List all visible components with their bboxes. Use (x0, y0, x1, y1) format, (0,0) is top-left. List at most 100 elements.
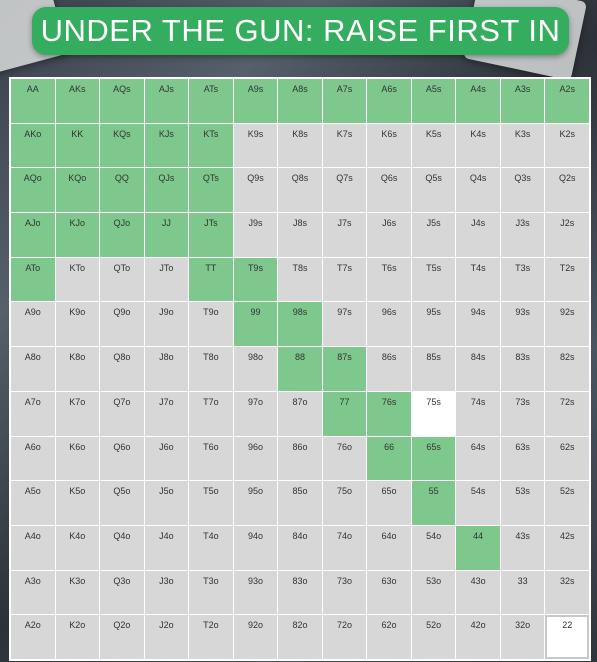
hand-cell-k2s[interactable]: K2s (545, 123, 589, 168)
hand-cell-53s[interactable]: 53s (500, 481, 545, 525)
hand-cell-87s[interactable]: 87s (322, 347, 367, 391)
hand-cell-k3s[interactable]: K3s (500, 123, 545, 168)
hand-cell-92o[interactable]: 92o (233, 615, 278, 659)
hand-cell-64o[interactable]: 64o (367, 525, 411, 570)
hand-cell-t3o[interactable]: T3o (189, 570, 233, 615)
hand-cell-77[interactable]: 77 (322, 391, 367, 436)
hand-cell-82s[interactable]: 82s (545, 347, 589, 391)
hand-cell-93o[interactable]: 93o (233, 570, 278, 615)
hand-cell-jto[interactable]: JTo (144, 257, 189, 302)
hand-cell-65o[interactable]: 65o (367, 481, 411, 525)
hand-cell-75o[interactable]: 75o (322, 481, 367, 525)
hand-cell-a7s[interactable]: A7s (322, 79, 367, 123)
hand-cell-j7s[interactable]: J7s (322, 213, 367, 257)
hand-cell-q9o[interactable]: Q9o (100, 302, 144, 347)
hand-cell-55[interactable]: 55 (411, 481, 456, 525)
hand-cell-66[interactable]: 66 (367, 436, 411, 481)
hand-cell-74s[interactable]: 74s (456, 391, 500, 436)
hand-cell-j3s[interactable]: J3s (500, 213, 545, 257)
hand-cell-74o[interactable]: 74o (322, 525, 367, 570)
hand-cell-jts[interactable]: JTs (189, 213, 233, 257)
hand-cell-a2s[interactable]: A2s (545, 79, 589, 123)
hand-cell-ato[interactable]: ATo (11, 257, 55, 302)
hand-cell-a9s[interactable]: A9s (233, 79, 278, 123)
hand-cell-t5o[interactable]: T5o (189, 481, 233, 525)
hand-cell-kto[interactable]: KTo (55, 257, 100, 302)
hand-cell-95o[interactable]: 95o (233, 481, 278, 525)
hand-cell-kts[interactable]: KTs (189, 123, 233, 168)
hand-cell-j6o[interactable]: J6o (144, 436, 189, 481)
hand-cell-a4o[interactable]: A4o (11, 525, 55, 570)
hand-cell-q6s[interactable]: Q6s (367, 168, 411, 213)
hand-cell-k9o[interactable]: K9o (55, 302, 100, 347)
hand-cell-j9s[interactable]: J9s (233, 213, 278, 257)
hand-cell-kqs[interactable]: KQs (100, 123, 144, 168)
hand-cell-t2s[interactable]: T2s (545, 257, 589, 302)
hand-cell-k6o[interactable]: K6o (55, 436, 100, 481)
hand-cell-99[interactable]: 99 (233, 302, 278, 347)
hand-cell-93s[interactable]: 93s (500, 302, 545, 347)
hand-cell-a8s[interactable]: A8s (278, 79, 322, 123)
hand-cell-kjo[interactable]: KJo (55, 213, 100, 257)
hand-cell-q5s[interactable]: Q5s (411, 168, 456, 213)
hand-cell-q2o[interactable]: Q2o (100, 615, 144, 659)
hand-cell-qto[interactable]: QTo (100, 257, 144, 302)
hand-cell-j4o[interactable]: J4o (144, 525, 189, 570)
hand-cell-q7o[interactable]: Q7o (100, 391, 144, 436)
hand-cell-a2o[interactable]: A2o (11, 615, 55, 659)
hand-cell-q3s[interactable]: Q3s (500, 168, 545, 213)
hand-cell-j5s[interactable]: J5s (411, 213, 456, 257)
hand-cell-j8o[interactable]: J8o (144, 347, 189, 391)
hand-cell-qts[interactable]: QTs (189, 168, 233, 213)
hand-cell-t6o[interactable]: T6o (189, 436, 233, 481)
hand-cell-a5s[interactable]: A5s (411, 79, 456, 123)
hand-cell-ako[interactable]: AKo (11, 123, 55, 168)
hand-cell-k4o[interactable]: K4o (55, 525, 100, 570)
hand-cell-54s[interactable]: 54s (456, 481, 500, 525)
hand-cell-k7s[interactable]: K7s (322, 123, 367, 168)
hand-cell-33[interactable]: 33 (500, 570, 545, 615)
hand-cell-a8o[interactable]: A8o (11, 347, 55, 391)
hand-cell-83s[interactable]: 83s (500, 347, 545, 391)
hand-cell-72o[interactable]: 72o (322, 615, 367, 659)
hand-cell-j2o[interactable]: J2o (144, 615, 189, 659)
hand-cell-76s[interactable]: 76s (367, 391, 411, 436)
hand-cell-k7o[interactable]: K7o (55, 391, 100, 436)
hand-cell-63o[interactable]: 63o (367, 570, 411, 615)
hand-cell-a7o[interactable]: A7o (11, 391, 55, 436)
hand-cell-k5o[interactable]: K5o (55, 481, 100, 525)
hand-cell-q5o[interactable]: Q5o (100, 481, 144, 525)
hand-cell-86s[interactable]: 86s (367, 347, 411, 391)
hand-cell-98s[interactable]: 98s (278, 302, 322, 347)
hand-cell-a5o[interactable]: A5o (11, 481, 55, 525)
hand-cell-a6s[interactable]: A6s (367, 79, 411, 123)
hand-cell-ajs[interactable]: AJs (144, 79, 189, 123)
hand-cell-62o[interactable]: 62o (367, 615, 411, 659)
hand-cell-aqo[interactable]: AQo (11, 168, 55, 213)
hand-cell-qjs[interactable]: QJs (144, 168, 189, 213)
hand-cell-q8o[interactable]: Q8o (100, 347, 144, 391)
hand-cell-92s[interactable]: 92s (545, 302, 589, 347)
hand-cell-k9s[interactable]: K9s (233, 123, 278, 168)
hand-cell-kjs[interactable]: KJs (144, 123, 189, 168)
hand-cell-j4s[interactable]: J4s (456, 213, 500, 257)
hand-cell-kk[interactable]: KK (55, 123, 100, 168)
hand-cell-t7s[interactable]: T7s (322, 257, 367, 302)
hand-cell-t9s[interactable]: T9s (233, 257, 278, 302)
hand-cell-88[interactable]: 88 (278, 347, 322, 391)
hand-cell-85o[interactable]: 85o (278, 481, 322, 525)
hand-cell-aks[interactable]: AKs (55, 79, 100, 123)
hand-cell-q4o[interactable]: Q4o (100, 525, 144, 570)
hand-cell-72s[interactable]: 72s (545, 391, 589, 436)
hand-cell-53o[interactable]: 53o (411, 570, 456, 615)
hand-cell-84o[interactable]: 84o (278, 525, 322, 570)
hand-cell-a9o[interactable]: A9o (11, 302, 55, 347)
hand-cell-t5s[interactable]: T5s (411, 257, 456, 302)
hand-cell-a3o[interactable]: A3o (11, 570, 55, 615)
hand-cell-k8o[interactable]: K8o (55, 347, 100, 391)
hand-cell-73o[interactable]: 73o (322, 570, 367, 615)
hand-cell-52o[interactable]: 52o (411, 615, 456, 659)
hand-cell-76o[interactable]: 76o (322, 436, 367, 481)
hand-cell-42o[interactable]: 42o (456, 615, 500, 659)
hand-cell-t8s[interactable]: T8s (278, 257, 322, 302)
